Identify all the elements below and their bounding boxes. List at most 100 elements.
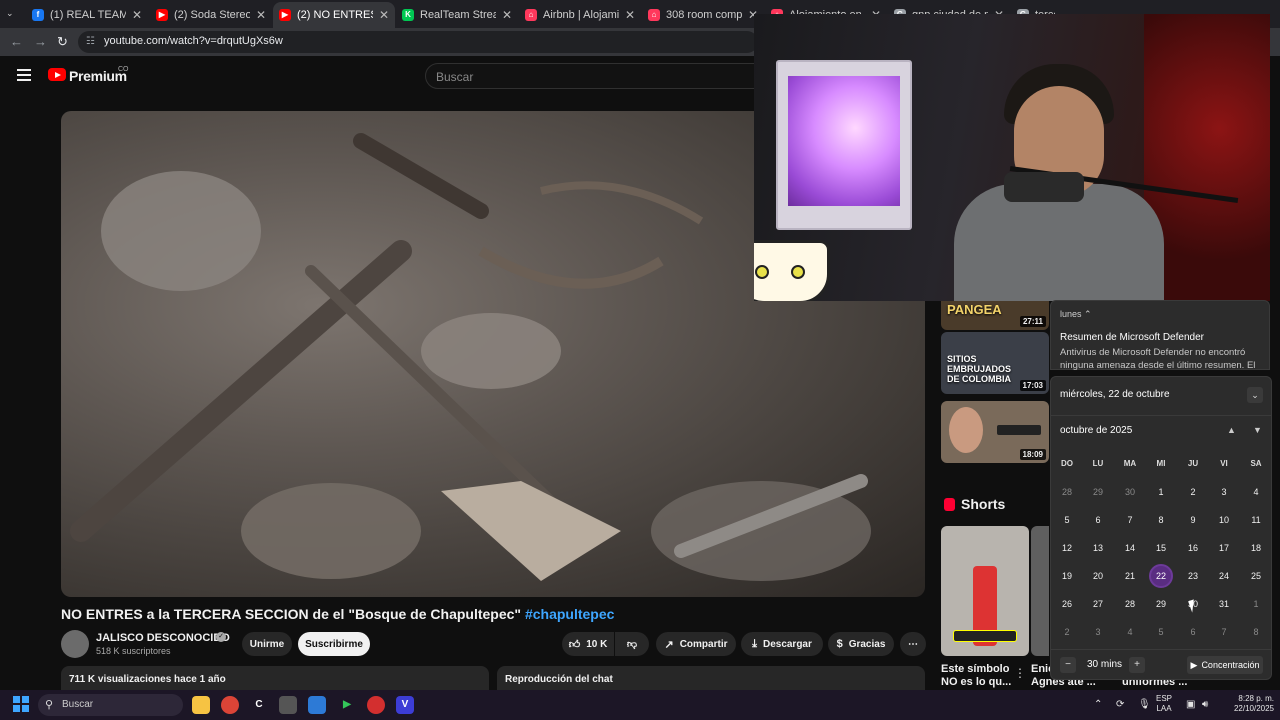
- notification-card[interactable]: lunes ⌃ Resumen de Microsoft Defender An…: [1050, 300, 1270, 371]
- calendar-day[interactable]: 22: [1149, 564, 1173, 588]
- subscribe-button[interactable]: Suscribirme: [298, 632, 370, 656]
- calendar-day[interactable]: 3: [1086, 620, 1110, 644]
- calendar-day[interactable]: 4: [1244, 480, 1268, 504]
- calendar-day[interactable]: 7: [1118, 508, 1142, 532]
- calendar-day[interactable]: 21: [1118, 564, 1142, 588]
- calendar-day[interactable]: 20: [1086, 564, 1110, 588]
- calendar-day[interactable]: 29: [1086, 480, 1110, 504]
- calendar-day[interactable]: 29: [1149, 592, 1173, 616]
- recommended-video[interactable]: PANGEA 27:11: [941, 296, 1049, 330]
- close-tab-icon[interactable]: ✕: [132, 8, 142, 22]
- browser-tab[interactable]: ⌂ Airbnb | Alojamiento ✕: [519, 2, 641, 28]
- browser-tab[interactable]: ▶ (2) Soda Stereo - Co ✕: [150, 2, 272, 28]
- channel-avatar[interactable]: [61, 630, 89, 658]
- calendar-day[interactable]: 6: [1181, 620, 1205, 644]
- calendar-day[interactable]: 6: [1086, 508, 1110, 532]
- channel-name[interactable]: JALISCO DESCONOCIDO: [96, 632, 230, 644]
- search-input[interactable]: Buscar: [425, 63, 765, 89]
- calendar-day[interactable]: 27: [1086, 592, 1110, 616]
- calendar-day[interactable]: 1: [1244, 592, 1268, 616]
- calendar-day[interactable]: 23: [1181, 564, 1205, 588]
- calendar-day[interactable]: 3: [1212, 480, 1236, 504]
- notepad-icon[interactable]: [279, 696, 297, 714]
- forward-icon[interactable]: →: [34, 34, 47, 49]
- calendar-day[interactable]: 10: [1212, 508, 1236, 532]
- calendar-day[interactable]: 8: [1244, 620, 1268, 644]
- calendar-day[interactable]: 12: [1055, 536, 1079, 560]
- join-button[interactable]: Unirme: [242, 632, 292, 656]
- chrome-icon[interactable]: [221, 696, 239, 714]
- more-actions-button[interactable]: ⋯: [900, 632, 926, 656]
- clock[interactable]: 8:28 p. m. 22/10/2025: [1222, 694, 1274, 714]
- dislike-button[interactable]: 👎︎: [615, 632, 649, 656]
- previous-month-icon[interactable]: ▲: [1227, 425, 1236, 435]
- calendar-day[interactable]: 5: [1055, 508, 1079, 532]
- calendar-day[interactable]: 28: [1118, 592, 1142, 616]
- calendar-day[interactable]: 5: [1149, 620, 1173, 644]
- site-info-icon[interactable]: ☷: [86, 36, 98, 48]
- next-month-icon[interactable]: ▼: [1253, 425, 1262, 435]
- tray-overflow-icon[interactable]: ⌃: [1094, 699, 1102, 710]
- recommended-video[interactable]: 18:09: [941, 401, 1049, 463]
- app-v-icon[interactable]: V: [396, 696, 414, 714]
- focus-session-button[interactable]: ▶ Concentración: [1187, 656, 1263, 674]
- calendar-day[interactable]: 7: [1212, 620, 1236, 644]
- reload-icon[interactable]: ↻: [57, 34, 68, 50]
- stream-app-icon[interactable]: ▶: [338, 696, 356, 714]
- sync-icon[interactable]: ⟳: [1116, 699, 1124, 710]
- browser-tab[interactable]: ▶ (2) NO ENTRES a la T ✕: [273, 2, 395, 28]
- calculator-icon[interactable]: [308, 696, 326, 714]
- collapse-calendar-icon[interactable]: ⌄: [1247, 387, 1263, 403]
- windows-start-icon[interactable]: [12, 696, 30, 714]
- calendar-day[interactable]: 11: [1244, 508, 1268, 532]
- calendar-day[interactable]: 25: [1244, 564, 1268, 588]
- browser-tab[interactable]: K RealTeam Stream - W ✕: [396, 2, 518, 28]
- calendar-day[interactable]: 31: [1212, 592, 1236, 616]
- back-icon[interactable]: ←: [10, 34, 23, 49]
- browser-tab[interactable]: f (1) REAL TEAM PRRA ✕: [26, 2, 148, 28]
- calendar-day[interactable]: 2: [1181, 480, 1205, 504]
- calendar-day[interactable]: 16: [1181, 536, 1205, 560]
- close-tab-icon[interactable]: ✕: [256, 8, 266, 22]
- short-menu-icon[interactable]: ⋮: [1014, 666, 1026, 680]
- calendar-day[interactable]: 15: [1149, 536, 1173, 560]
- address-bar[interactable]: ☷ youtube.com/watch?v=drqutUgXs6w: [78, 31, 758, 53]
- short-title[interactable]: Este símbolo NO es lo qu...: [941, 663, 1011, 689]
- share-button[interactable]: ↗ Compartir: [656, 632, 736, 656]
- language-indicator[interactable]: ESP LAA: [1156, 694, 1172, 714]
- calendar-day[interactable]: 28: [1055, 480, 1079, 504]
- short-card[interactable]: [941, 526, 1029, 656]
- calendar-day[interactable]: 8: [1149, 508, 1173, 532]
- hashtag-link[interactable]: #chapultepec: [525, 606, 614, 622]
- calendar-day[interactable]: 17: [1212, 536, 1236, 560]
- short-card[interactable]: [1031, 526, 1049, 656]
- calendar-day[interactable]: 19: [1055, 564, 1079, 588]
- app-c-icon[interactable]: C: [250, 696, 268, 714]
- close-tab-icon[interactable]: ✕: [379, 8, 389, 22]
- increase-focus-button[interactable]: +: [1129, 657, 1145, 673]
- tab-list-dropdown-icon[interactable]: ⌄: [6, 8, 14, 19]
- taskbar-search[interactable]: ⚲ Buscar: [38, 694, 183, 716]
- calendar-day[interactable]: 30: [1118, 480, 1142, 504]
- close-tab-icon[interactable]: ✕: [625, 8, 635, 22]
- calendar-day[interactable]: 9: [1181, 508, 1205, 532]
- calendar-day[interactable]: 1: [1149, 480, 1173, 504]
- calendar-day[interactable]: 4: [1118, 620, 1142, 644]
- obs-icon[interactable]: [367, 696, 385, 714]
- youtube-logo-icon[interactable]: [48, 68, 66, 81]
- mic-icon[interactable]: 🎙︎: [1138, 699, 1151, 710]
- calendar-day[interactable]: 2: [1055, 620, 1079, 644]
- like-button[interactable]: 👍︎ 10 K: [562, 632, 614, 656]
- download-button[interactable]: ⤓ Descargar: [741, 632, 823, 656]
- calendar-day[interactable]: 13: [1086, 536, 1110, 560]
- thanks-button[interactable]: $ Gracias: [828, 632, 894, 656]
- browser-tab[interactable]: ⌂308 room compacto✕: [642, 2, 764, 28]
- menu-icon[interactable]: [17, 69, 31, 81]
- calendar-day[interactable]: 24: [1212, 564, 1236, 588]
- decrease-focus-button[interactable]: −: [1060, 657, 1076, 673]
- calendar-month[interactable]: octubre de 2025: [1060, 425, 1132, 436]
- calendar-day[interactable]: 18: [1244, 536, 1268, 560]
- close-tab-icon[interactable]: ✕: [502, 8, 512, 22]
- recommended-video[interactable]: SITIOS EMBRUJADOS DE COLOMBIA 17:03: [941, 332, 1049, 394]
- calendar-day[interactable]: 14: [1118, 536, 1142, 560]
